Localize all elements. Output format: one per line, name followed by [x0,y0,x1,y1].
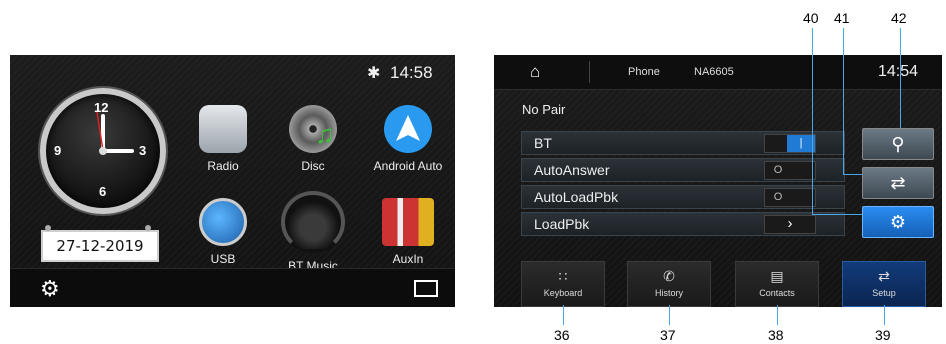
callout-40: 40 [803,10,819,26]
divider [589,61,590,83]
callout-line-37 [669,305,670,325]
home-bottom-bar: ⚙ [10,268,455,307]
setting-row-loadpbk[interactable]: LoadPbk › [521,212,845,236]
app-label: USB [210,252,236,266]
app-usb[interactable]: USB [178,198,268,266]
keypad-icon: ∷ [558,268,568,284]
callout-36: 36 [554,327,570,343]
callout-line-40-h [812,214,862,215]
pair-status: No Pair [522,102,566,117]
autoloadpbk-toggle[interactable]: O [764,188,816,207]
callout-line-41 [843,28,844,174]
callout-line-40 [812,28,813,214]
callout-line-41-h [843,174,862,175]
home-icon[interactable]: ⌂ [530,62,540,82]
app-title: Phone [628,66,660,78]
device-name: NA6605 [694,66,734,78]
tab-label: History [654,288,683,298]
tab-label: Keyboard [543,288,583,298]
bluetooth-icon: ✱ [367,65,381,82]
chevron-right-icon[interactable]: › [764,215,816,234]
tab-label: Contacts [759,288,795,298]
date-hangers [45,225,151,231]
monitor-icon[interactable] [414,280,438,297]
gear-icon[interactable]: ⚙ [40,276,60,302]
callout-39: 39 [875,327,891,343]
phone-top-bar: ⌂ Phone NA6605 14:54 [494,55,942,90]
rca-cable-icon [382,198,434,246]
tab-history[interactable]: ✆ History [627,261,711,307]
callout-38: 38 [768,327,784,343]
app-label: Android Auto [373,159,443,173]
headphones-icon [281,191,345,253]
callout-37: 37 [660,327,676,343]
phone-setup-screen: ⌂ Phone NA6605 14:54 No Pair BT | AutoAn… [494,55,942,307]
app-disc[interactable]: ♫ Disc [268,105,358,173]
swap-button[interactable]: ⇄ [862,167,934,199]
row-label: AutoLoadPbk [534,189,619,205]
row-label: LoadPbk [534,216,590,232]
autoanswer-toggle[interactable]: O [764,161,816,180]
analog-clock[interactable]: 12 3 6 9 [40,88,166,214]
radio-icon [199,105,247,153]
setting-row-autoanswer[interactable]: AutoAnswer O [521,158,845,182]
search-button[interactable]: ⚲ [862,128,934,160]
contacts-icon: ▤ [770,268,784,284]
row-label: BT [534,135,552,151]
app-label: AuxIn [392,252,424,266]
tab-setup[interactable]: ⇄ Setup [842,261,926,307]
tab-label: Setup [872,288,896,298]
android-auto-icon [384,105,432,153]
swap-icon: ⇄ [878,268,890,284]
callout-line-39 [884,305,885,325]
app-label: Radio [207,159,239,173]
status-time: 14:58 [390,63,433,82]
search-icon: ⚲ [891,134,905,154]
app-android-auto[interactable]: Android Auto [360,105,455,173]
app-label: Disc [301,159,325,173]
callout-line-36 [563,305,564,325]
callout-41: 41 [834,10,850,26]
swap-icon: ⇄ [890,173,906,193]
setting-row-autoloadpbk[interactable]: AutoLoadPbk O [521,185,845,209]
home-screen: ✱ 14:58 12 3 6 9 27-12-2019 Radio ♫ Disc… [10,55,455,307]
setting-row-bt[interactable]: BT | [521,131,845,155]
disc-icon: ♫ [289,105,337,153]
tab-keyboard[interactable]: ∷ Keyboard [521,261,605,307]
callout-42: 42 [891,10,907,26]
date-display: 27-12-2019 [41,230,159,262]
app-bt-music[interactable]: BT Music [268,191,358,273]
call-history-icon: ✆ [663,268,675,284]
app-auxin[interactable]: AuxIn [360,198,455,266]
status-time: 14:54 [878,63,919,80]
usb-icon [199,198,247,246]
callout-line-42 [900,28,901,128]
clock-hands [96,111,134,155]
settings-button[interactable]: ⚙ [862,206,934,238]
app-radio[interactable]: Radio [178,105,268,173]
row-label: AutoAnswer [534,162,610,178]
tab-contacts[interactable]: ▤ Contacts [735,261,819,307]
callout-line-38 [777,305,778,325]
settings-icon: ⚙ [889,212,907,232]
bt-toggle[interactable]: | [764,134,816,153]
